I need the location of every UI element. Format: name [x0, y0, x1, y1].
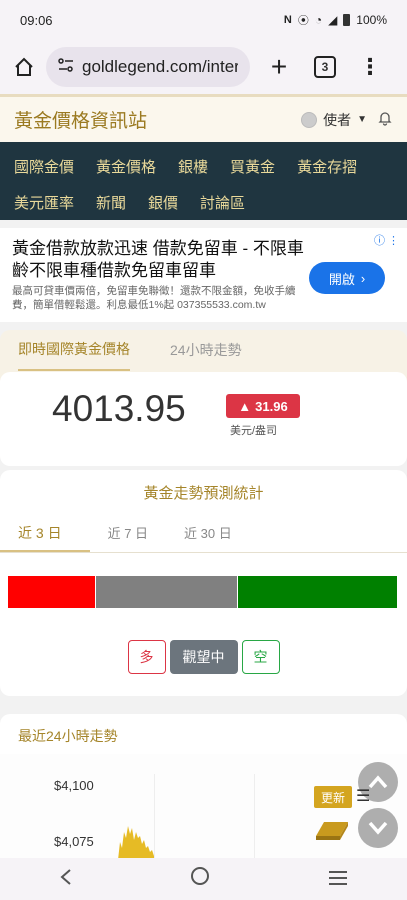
home-icon[interactable]: [10, 53, 38, 81]
nav-item-news[interactable]: 新聞: [96, 192, 126, 213]
update-button[interactable]: 更新: [314, 786, 352, 808]
bell-icon[interactable]: [377, 110, 393, 130]
y-tick-label: $4,100: [54, 778, 94, 793]
price-card: 即時國際黃金價格 24小時走勢 4013.95 ▲ 31.96 美元/盎司: [0, 329, 407, 466]
nfc-icon: N: [283, 14, 292, 26]
nav-row-1: 國際金價 黃金價格 銀樓 買黃金 黃金存摺: [14, 148, 407, 184]
price-unit: 美元/盎司: [230, 425, 278, 437]
price-body: 4013.95 ▲ 31.96 美元/盎司: [0, 372, 407, 466]
status-icons: N ⦿ ◔ ◢ 100%: [284, 12, 387, 28]
tab-switcher-button[interactable]: 3: [314, 56, 336, 78]
forecast-share-bar: [8, 576, 398, 608]
back-icon[interactable]: [59, 866, 73, 892]
signal-icon: ◢: [328, 13, 338, 27]
status-bar: 09:06 N ⦿ ◔ ◢ 100%: [0, 0, 407, 40]
menu-icon[interactable]: ☰: [356, 786, 370, 806]
share-segment-short: [238, 576, 398, 608]
tab-live-price[interactable]: 即時國際黃金價格: [18, 329, 130, 371]
ad-open-label: 開啟: [328, 271, 355, 287]
browser-toolbar: goldlegend.com/interi + 3 ⋮: [0, 40, 407, 94]
nav-item-silver-price[interactable]: 銀價: [148, 192, 178, 213]
home-circle-icon[interactable]: [190, 866, 210, 892]
ad-info-icon[interactable]: ⓘ ⋮: [374, 232, 399, 248]
tab-7-days[interactable]: 近 7 日: [90, 511, 166, 552]
up-arrow-icon: ▲: [238, 398, 252, 414]
battery-icon: [343, 14, 351, 26]
tab-30-days[interactable]: 近 30 日: [166, 511, 250, 552]
trend24-title: 最近24小時走勢: [0, 714, 136, 756]
y-tick-label: $4,075: [54, 834, 94, 849]
battery-percent: 100%: [356, 13, 387, 27]
nav-row-2: 美元匯率 新聞 銀價 討論區: [14, 184, 407, 220]
user-name: 使者: [323, 111, 352, 128]
user-menu[interactable]: 使者 ▼: [301, 110, 367, 130]
chevron-down-icon: ▼: [357, 114, 367, 125]
price-change-value: 31.96: [255, 398, 288, 414]
recents-icon[interactable]: [328, 866, 348, 892]
stance-short-button[interactable]: 空: [241, 640, 280, 674]
chart-area-fill: [118, 826, 154, 860]
ad-banner[interactable]: ⓘ ⋮ 黃金借款放款迅速 借款免留車 - 不限車齡不限車種借款免留車留車 最高可…: [0, 228, 407, 322]
url-text: goldlegend.com/interi: [82, 57, 238, 76]
more-menu-icon[interactable]: ⋮: [358, 54, 382, 80]
forecast-title: 黃金走勢預測統計: [143, 485, 264, 502]
nav-item-gold-passbook[interactable]: 黃金存摺: [297, 156, 357, 177]
vibrate-icon: ⦿: [297, 15, 309, 27]
stance-wait-button[interactable]: 觀望中: [169, 640, 238, 674]
chevron-right-icon: ›: [360, 270, 366, 286]
forecast-card: 黃金走勢預測統計 近 3 日 近 7 日 近 30 日 多 觀望中 空: [0, 470, 407, 696]
gold-bar-icon[interactable]: [314, 814, 350, 842]
ad-description: 最高可貸車價兩倍，免留車免聯徵！還款不限金額，免收手續費，簡單借輕鬆還。利息最低…: [12, 285, 296, 311]
url-bar[interactable]: goldlegend.com/interi: [46, 47, 250, 87]
main-nav: 國際金價 黃金價格 銀樓 買黃金 黃金存摺 美元匯率 新聞 銀價 討論區: [0, 142, 407, 220]
ad-open-button[interactable]: 開啟 ›: [309, 262, 385, 294]
scroll-down-button[interactable]: [358, 808, 398, 848]
avatar: [301, 111, 318, 128]
tab-3-days[interactable]: 近 3 日: [0, 511, 90, 552]
site-header: 黃金價格資訊站 使者 ▼: [0, 94, 407, 142]
nav-item-forum[interactable]: 討論區: [200, 192, 245, 213]
price-tabs: 即時國際黃金價格 24小時走勢: [0, 329, 407, 371]
nav-item-gold-price[interactable]: 黃金價格: [96, 156, 156, 177]
price-change-badge: ▲ 31.96: [226, 394, 300, 418]
site-settings-icon[interactable]: [58, 57, 74, 77]
system-nav-bar: [0, 858, 407, 900]
period-tabs: 近 3 日 近 7 日 近 30 日: [0, 511, 407, 553]
tab-24h-trend[interactable]: 24小時走勢: [170, 330, 242, 370]
wifi-icon: ◔: [314, 13, 323, 27]
share-segment-wait: [96, 576, 238, 608]
gold-price-value: 4013.95: [52, 388, 186, 429]
nav-item-buy-gold[interactable]: 買黃金: [230, 156, 275, 177]
stance-row: 多 觀望中 空: [0, 640, 407, 674]
status-time: 09:06: [20, 12, 53, 28]
nav-item-intl-gold[interactable]: 國際金價: [14, 156, 74, 177]
nav-item-jewelry-store[interactable]: 銀樓: [178, 156, 208, 177]
nav-item-usd-rate[interactable]: 美元匯率: [14, 192, 74, 213]
stance-long-button[interactable]: 多: [127, 640, 166, 674]
site-title[interactable]: 黃金價格資訊站: [14, 106, 301, 133]
share-segment-long: [8, 576, 96, 608]
new-tab-icon[interactable]: +: [264, 51, 294, 83]
ad-title[interactable]: 黃金借款放款迅速 借款免留車 - 不限車齡不限車種借款免留車留車: [12, 238, 312, 282]
